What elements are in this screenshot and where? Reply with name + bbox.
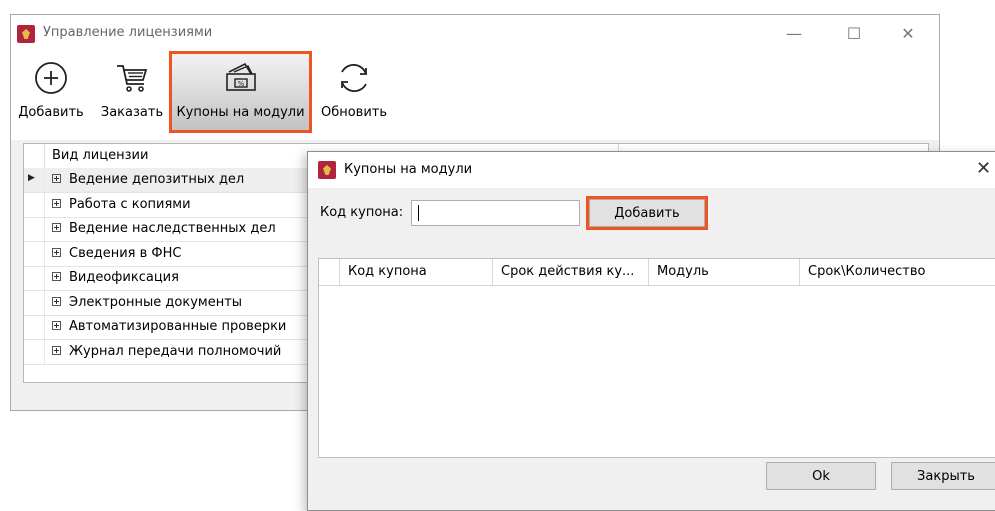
add-license-button[interactable]: Добавить: [13, 53, 89, 131]
row-header-cell[interactable]: [24, 315, 45, 339]
license-row-label: Электронные документы: [69, 294, 243, 310]
license-type-column-header[interactable]: Вид лицензии: [52, 148, 148, 163]
license-row-label: Автоматизированные проверки: [69, 319, 287, 334]
expand-icon[interactable]: [52, 198, 61, 208]
term-quantity-column-header[interactable]: Срок\Количество: [799, 259, 995, 285]
license-row-label: Работа с копиями: [69, 196, 191, 212]
module-column-header[interactable]: Модуль: [648, 259, 799, 285]
coupon-validity-column-header[interactable]: Срок действия ку...: [492, 259, 648, 285]
current-row-indicator-icon: ▶: [28, 173, 35, 183]
module-coupons-button[interactable]: % Купоны на модули: [169, 51, 312, 133]
dialog-close-icon[interactable]: ✕: [976, 158, 991, 179]
expand-icon[interactable]: [52, 345, 61, 355]
license-row-label: Ведение наследственных дел: [69, 221, 276, 236]
row-header-cell[interactable]: [24, 241, 45, 266]
row-header-cell[interactable]: [24, 290, 45, 315]
coupons-table[interactable]: Код купона Срок действия ку... Модуль Ср…: [318, 258, 995, 458]
coupons-icon: %: [221, 55, 261, 101]
expand-icon[interactable]: [52, 321, 61, 330]
row-header-cell[interactable]: [24, 192, 45, 217]
license-row-label: Ведение депозитных дел: [69, 172, 245, 187]
expand-icon[interactable]: [52, 174, 61, 183]
order-button[interactable]: Заказать: [97, 53, 167, 131]
expand-icon[interactable]: [52, 223, 61, 232]
module-coupons-label: Купоны на модули: [176, 105, 305, 120]
app-logo-icon: [17, 25, 35, 43]
license-row-label: Сведения в ФНС: [69, 245, 182, 261]
refresh-label: Обновить: [320, 105, 388, 120]
refresh-button[interactable]: Обновить: [317, 53, 391, 131]
add-license-label: Добавить: [18, 105, 84, 120]
add-coupon-button[interactable]: Добавить: [586, 196, 708, 230]
module-coupons-dialog: Купоны на модули ✕ Код купона: Добавить …: [307, 151, 995, 511]
row-header-cell[interactable]: [24, 217, 45, 241]
expand-icon[interactable]: [52, 296, 61, 306]
maximize-button[interactable]: ☐: [831, 18, 877, 48]
ok-button[interactable]: Ok: [766, 462, 876, 490]
plus-circle-icon: [31, 55, 71, 101]
window-titlebar: Управление лицензиями — ☐ ✕: [11, 15, 939, 53]
close-dialog-button[interactable]: Закрыть: [891, 462, 995, 490]
row-header-column: [24, 144, 45, 168]
expand-icon[interactable]: [52, 272, 61, 281]
row-header-cell[interactable]: [24, 339, 45, 364]
toolbar: Добавить Заказать % Купоны на модули Обн…: [11, 51, 939, 140]
coupon-code-column-header[interactable]: Код купона: [339, 259, 492, 285]
text-caret: [418, 205, 419, 221]
window-title: Управление лицензиями: [43, 25, 213, 40]
expand-icon[interactable]: [52, 247, 61, 257]
dialog-title: Купоны на модули: [344, 162, 473, 177]
minimize-button[interactable]: —: [771, 18, 817, 48]
dialog-titlebar: Купоны на модули ✕: [308, 152, 995, 188]
row-header-cell[interactable]: [24, 266, 45, 290]
coupons-table-header: Код купона Срок действия ку... Модуль Ср…: [319, 259, 995, 286]
svg-text:%: %: [237, 80, 244, 88]
coupon-code-label: Код купона:: [320, 205, 404, 220]
license-row-label: Журнал передачи полномочий: [69, 343, 282, 359]
order-label: Заказать: [100, 105, 164, 120]
license-row-label: Видеофиксация: [69, 270, 179, 285]
app-logo-icon: [318, 161, 336, 179]
close-button[interactable]: ✕: [885, 18, 931, 48]
coupon-code-input[interactable]: [411, 200, 580, 226]
refresh-icon: [334, 55, 374, 101]
cart-icon: [112, 55, 152, 101]
row-header-cell: [319, 259, 339, 285]
